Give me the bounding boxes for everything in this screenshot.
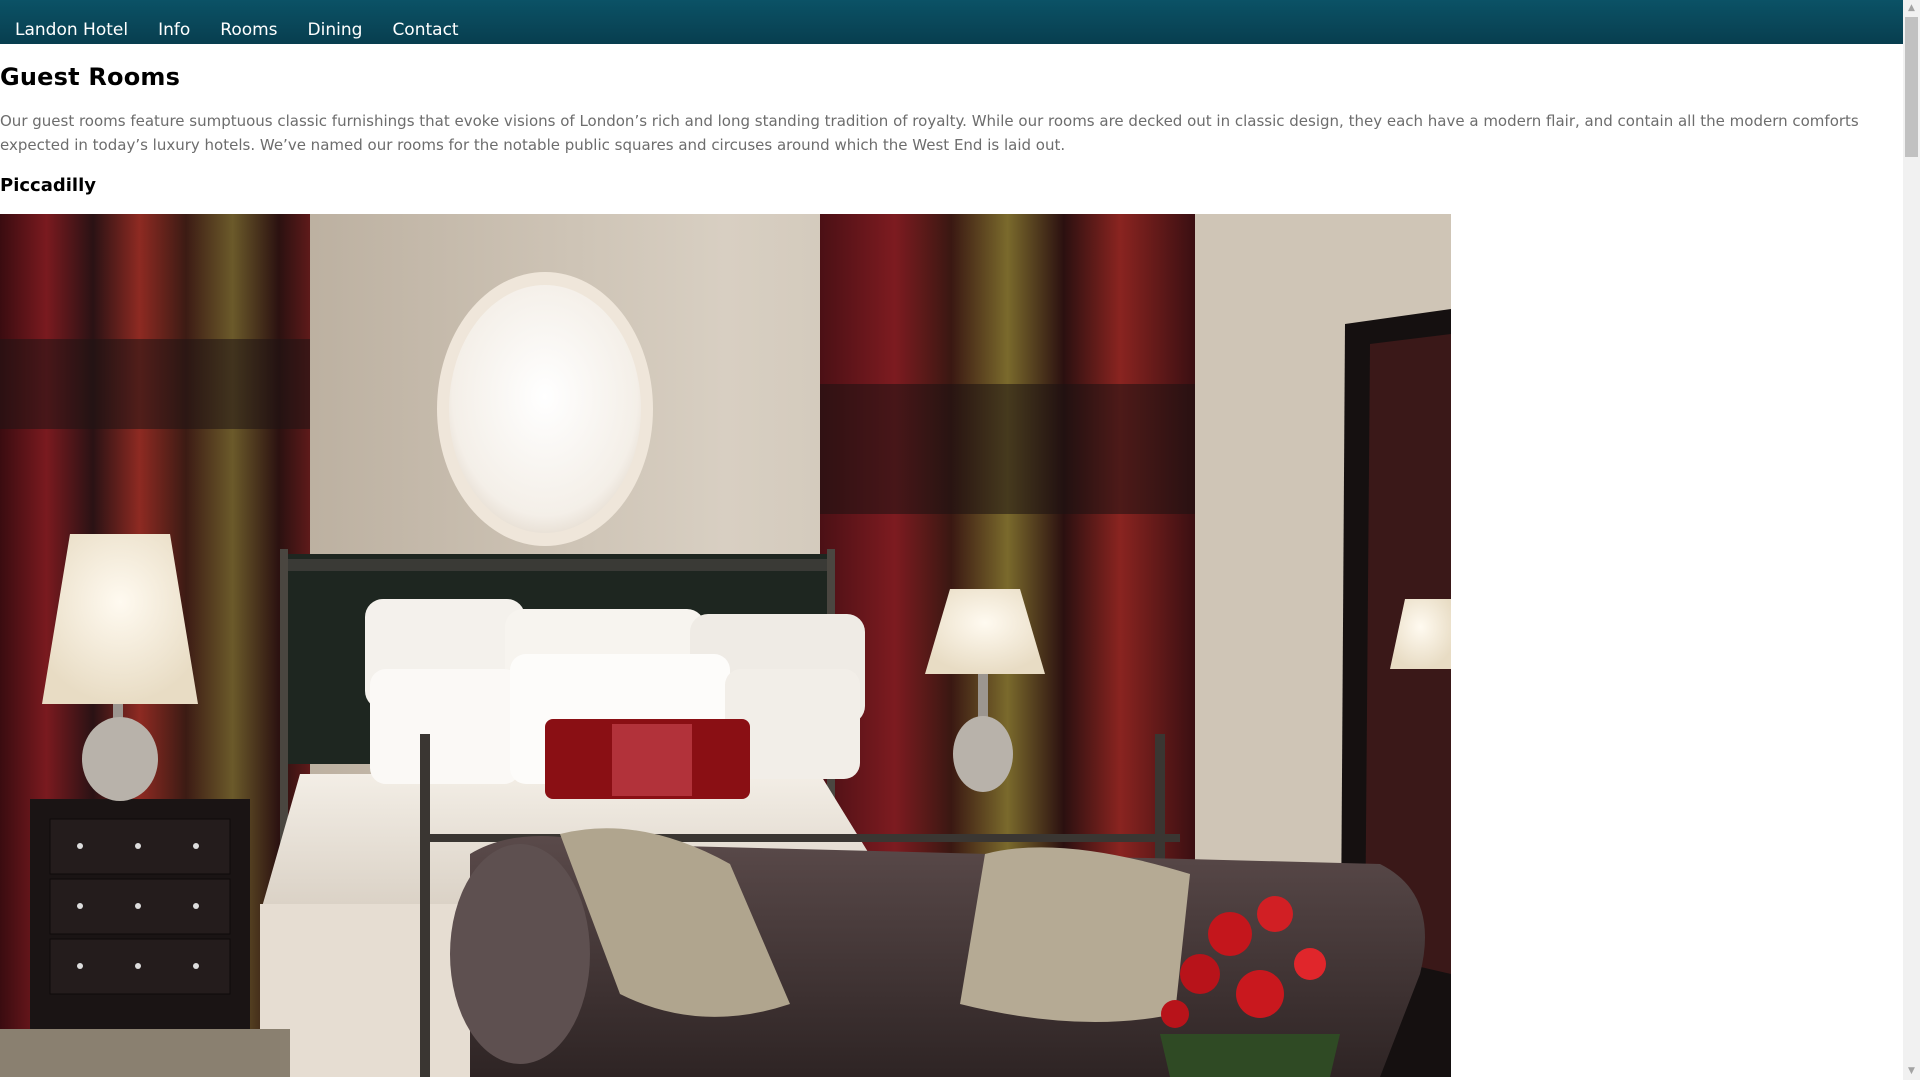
page-title: Guest Rooms (0, 63, 181, 91)
main-content: Guest Rooms Our guest rooms feature sump… (0, 44, 1903, 1077)
scrollbar-thumb[interactable] (1905, 17, 1918, 157)
vertical-scrollbar[interactable]: ▲ ▼ (1903, 0, 1920, 1080)
room-photo-illustration (0, 214, 1451, 1077)
nav-info-link[interactable]: Info (143, 20, 205, 44)
nav-contact-link[interactable]: Contact (377, 20, 473, 44)
scroll-up-arrow-icon[interactable]: ▲ (1903, 0, 1920, 17)
nav-home-link[interactable]: Landon Hotel (0, 20, 143, 44)
scroll-down-arrow-icon[interactable]: ▼ (1903, 1063, 1920, 1080)
nav-dining-link[interactable]: Dining (293, 20, 378, 44)
intro-paragraph: Our guest rooms feature sumptuous classi… (0, 112, 1859, 154)
room-title: Piccadilly (0, 175, 96, 196)
nav-rooms-link[interactable]: Rooms (205, 20, 292, 44)
top-navbar: Landon Hotel Info Rooms Dining Contact (0, 0, 1903, 44)
hotel-room-photo (0, 214, 1451, 1077)
